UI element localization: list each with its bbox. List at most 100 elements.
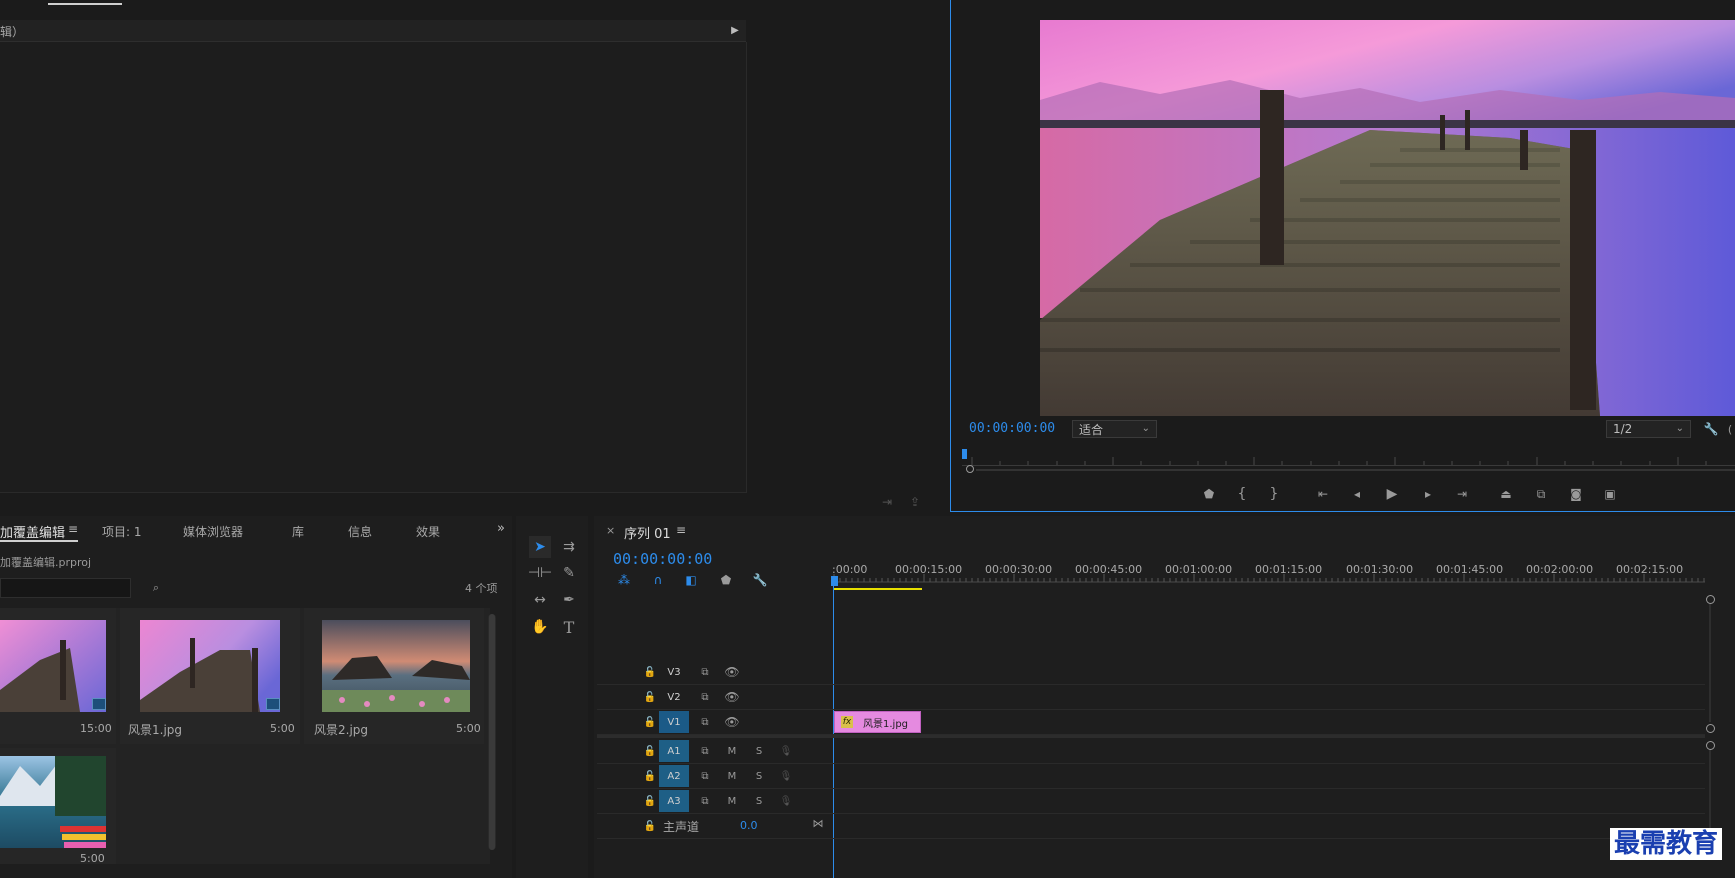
lock-icon[interactable]: 🔓 [642, 690, 658, 704]
eye-icon[interactable]: 👁 [724, 715, 740, 729]
play-icon[interactable]: ▶ [1381, 483, 1403, 505]
list-item[interactable]: 5:00 [0, 748, 116, 865]
extract-icon[interactable]: ⧉ [1530, 483, 1552, 505]
sync-lock-icon[interactable]: ⧉ [697, 794, 713, 808]
program-scrollbar[interactable] [962, 465, 1735, 475]
timeline-settings-icon[interactable]: 🔧 [752, 572, 768, 588]
razor-tool-icon[interactable]: ✎ [558, 562, 580, 584]
tab-project-1[interactable]: 项目: 1 [102, 523, 142, 540]
overflow-tabs-icon[interactable]: » [497, 521, 505, 536]
track-target-a2[interactable]: A2 [659, 765, 689, 787]
tab-info[interactable]: 信息 [348, 523, 372, 540]
lock-icon[interactable]: 🔓 [642, 819, 658, 833]
marker-icon[interactable]: ⬟ [1198, 483, 1220, 505]
lock-icon[interactable]: 🔓 [642, 769, 658, 783]
snap-icon[interactable]: ∩ [650, 572, 666, 588]
go-to-in-icon[interactable]: ⇤ [1312, 483, 1334, 505]
tab-effects[interactable]: 效果 [416, 523, 440, 540]
step-back-icon[interactable]: ◂ [1346, 483, 1368, 505]
list-item[interactable]: 15:00 [0, 608, 116, 744]
wrench-icon[interactable]: 🔧 [1703, 421, 1719, 437]
sync-lock-icon[interactable]: ⧉ [697, 769, 713, 783]
microphone-icon[interactable]: 🎙 [778, 794, 794, 808]
program-timecode[interactable]: 00:00:00:00 [969, 421, 1055, 436]
resolution-dropdown[interactable]: 1/2 ⌄ [1606, 420, 1691, 438]
hand-tool-icon[interactable]: ✋ [529, 616, 551, 638]
solo-button[interactable]: S [751, 769, 767, 783]
lock-icon[interactable]: 🔓 [642, 744, 658, 758]
work-area-bar[interactable] [834, 588, 922, 590]
linked-selection-icon[interactable]: ◧ [683, 572, 699, 588]
lift-icon[interactable]: ⏏ [1495, 483, 1517, 505]
pen-tool-icon[interactable]: ✒ [558, 589, 580, 611]
add-marker-icon[interactable]: ⬟ [718, 572, 734, 588]
clip-fengjing1[interactable]: fx 风景1.jpg [834, 711, 921, 733]
ripple-edit-tool-icon[interactable]: ⊣⊢ [528, 562, 552, 584]
timeline-timecode[interactable]: 00:00:00:00 [613, 550, 712, 568]
track-master [597, 814, 1705, 839]
go-to-edge-icon[interactable]: ⋈ [810, 815, 826, 831]
microphone-icon[interactable]: 🎙 [778, 769, 794, 783]
lock-icon[interactable]: 🔓 [642, 715, 658, 729]
solo-button[interactable]: S [751, 794, 767, 808]
track-target-v3[interactable]: V3 [659, 661, 689, 683]
slip-tool-icon[interactable]: ↔ [529, 589, 551, 611]
track-target-v1[interactable]: V1 [659, 711, 689, 733]
track-divider[interactable] [597, 735, 1705, 738]
eye-icon[interactable]: 👁 [724, 690, 740, 704]
sync-lock-icon[interactable]: ⧉ [697, 690, 713, 704]
sync-lock-icon[interactable]: ⧉ [697, 715, 713, 729]
scroll-handle-left[interactable] [966, 465, 974, 473]
type-tool-icon[interactable]: T [558, 616, 580, 638]
go-to-out-icon[interactable]: ⇥ [1451, 483, 1473, 505]
sync-lock-icon[interactable]: ⧉ [697, 665, 713, 679]
vertical-scroll-track[interactable] [1709, 604, 1711, 722]
overwrite-icon[interactable]: ⇪ [906, 494, 924, 510]
find-icon[interactable]: ⌕ [148, 580, 164, 596]
track-target-a1[interactable]: A1 [659, 740, 689, 762]
track-select-tool-icon[interactable]: ⇉ [558, 536, 580, 558]
sequence-menu-icon[interactable]: ≡ [676, 523, 686, 537]
zoom-dropdown[interactable]: 适合 ⌄ [1072, 420, 1157, 438]
mark-in-icon[interactable]: { [1231, 483, 1253, 505]
vertical-zoom-handle-bottom[interactable] [1706, 724, 1715, 733]
mark-out-icon[interactable]: } [1263, 483, 1285, 505]
eye-icon[interactable]: 👁 [724, 665, 740, 679]
tab-menu-icon[interactable]: ≡ [68, 522, 78, 536]
tab-library[interactable]: 库 [292, 523, 304, 540]
track-target-a3[interactable]: A3 [659, 790, 689, 812]
ruler-label: 00:01:45:00 [1436, 563, 1504, 576]
insert-icon[interactable]: ⇥ [878, 494, 896, 510]
list-item[interactable]: 风景1.jpg 5:00 [120, 608, 300, 744]
microphone-icon[interactable]: 🎙 [778, 744, 794, 758]
tab-project-active[interactable]: 加覆盖编辑 [0, 522, 65, 541]
export-frame-icon[interactable]: ◙ [1565, 483, 1587, 505]
mute-button[interactable]: M [724, 744, 740, 758]
lock-icon[interactable]: 🔓 [642, 794, 658, 808]
tab-media-browser[interactable]: 媒体浏览器 [183, 523, 243, 540]
vertical-zoom-handle-top[interactable] [1706, 595, 1715, 604]
lock-icon[interactable]: 🔓 [642, 665, 658, 679]
master-volume-value[interactable]: 0.0 [740, 819, 758, 832]
audio-scroll-handle-top[interactable] [1706, 741, 1715, 750]
program-preview [1040, 20, 1735, 416]
step-forward-icon[interactable]: ▸ [1417, 483, 1439, 505]
sync-lock-icon[interactable]: ⧉ [697, 744, 713, 758]
program-playhead[interactable] [962, 449, 967, 459]
compare-icon[interactable]: ▣ [1599, 483, 1621, 505]
timeline-playhead-head[interactable] [831, 576, 838, 586]
track-target-v2[interactable]: V2 [659, 686, 689, 708]
mute-button[interactable]: M [724, 794, 740, 808]
sequence-tab[interactable]: 序列 01 [624, 523, 671, 542]
project-scrollbar-thumb[interactable] [489, 614, 495, 850]
program-time-ruler[interactable] [962, 451, 1735, 466]
project-search-input[interactable] [0, 578, 131, 598]
more-settings-icon[interactable]: ( [1725, 421, 1735, 437]
solo-button[interactable]: S [751, 744, 767, 758]
close-icon[interactable]: × [606, 524, 615, 537]
nest-toggle-icon[interactable]: ⁂ [616, 572, 632, 588]
selection-tool-icon[interactable]: ➤ [529, 536, 551, 558]
list-item[interactable]: 风景2.jpg 5:00 [304, 608, 484, 744]
expand-arrow-icon[interactable]: ▶ [728, 22, 742, 38]
mute-button[interactable]: M [724, 769, 740, 783]
